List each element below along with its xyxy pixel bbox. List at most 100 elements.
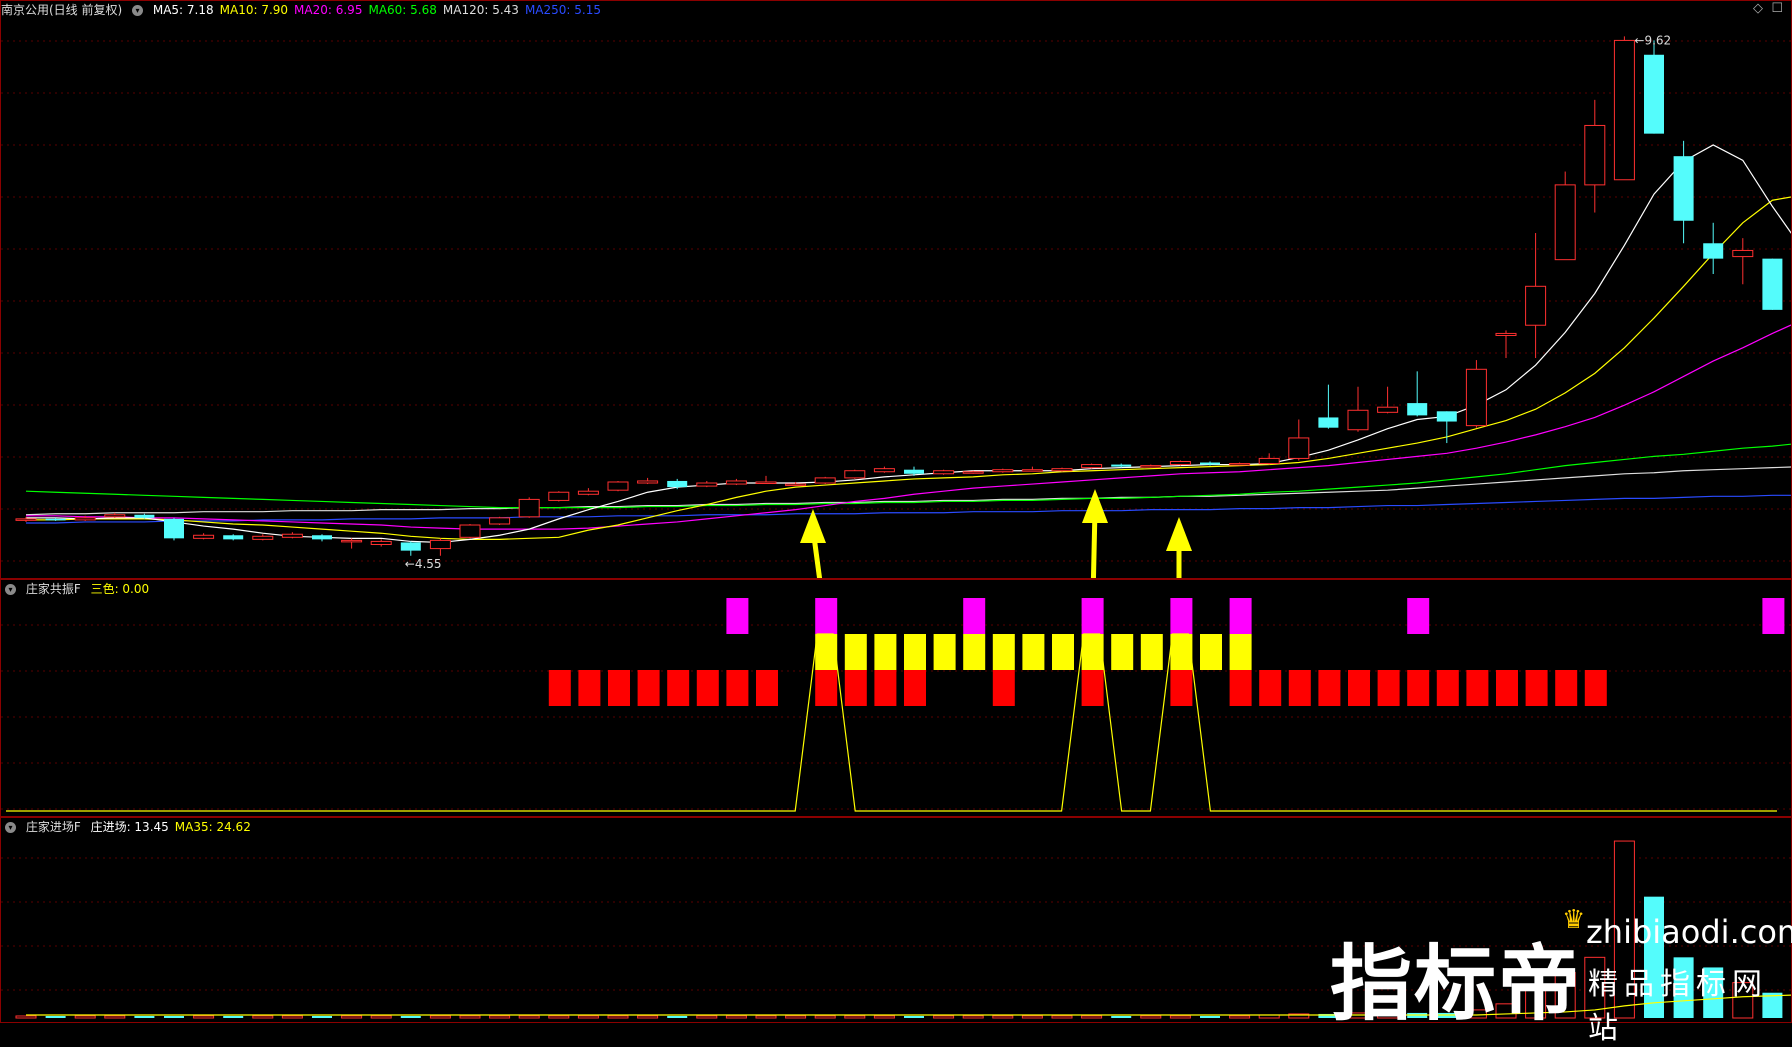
red-signal-block: [815, 670, 838, 706]
ma20-line: [26, 324, 1791, 530]
red-signal-block: [1229, 670, 1252, 706]
candle-up: [1495, 332, 1517, 336]
panel3-indicator-list: 庄进场: 13.45 MA35: 24.62: [91, 820, 257, 834]
candle-up: [1021, 469, 1043, 472]
ma10-line: [26, 196, 1791, 540]
volume-bar-up: [518, 1015, 540, 1019]
red-signal-block: [1496, 670, 1518, 706]
red-signal-block: [1555, 670, 1578, 706]
candle-down: [400, 542, 421, 551]
volume-bar-up: [1021, 1015, 1043, 1019]
volume-bar-up: [193, 1015, 215, 1019]
panel2-title: 庄家共振F: [25, 582, 81, 596]
volume-bar-up: [577, 1015, 599, 1019]
candle-up: [1051, 468, 1073, 472]
watermark-logo: 指标帝: [1330, 937, 1583, 1032]
volume-bar-up: [785, 1015, 807, 1019]
candle-up: [341, 539, 363, 543]
candle-up: [518, 498, 540, 518]
red-signal-block: [1584, 670, 1607, 706]
yellow-signal-block: [1229, 634, 1252, 670]
red-signal-block: [1259, 670, 1282, 706]
red-signal-block: [1466, 670, 1489, 706]
candle-up: [281, 533, 303, 538]
panel-resize-icon[interactable]: ◇: [1753, 1, 1763, 16]
candle-up: [1584, 124, 1606, 186]
indicator-toggle-icon[interactable]: ▾: [132, 5, 144, 16]
red-signal-block: [874, 670, 897, 706]
volume-bar-down: [667, 1015, 688, 1018]
red-signal-block: [608, 670, 630, 706]
red-signal-block: [904, 670, 926, 706]
yellow-signal-block: [1111, 634, 1134, 670]
candle-down: [1318, 417, 1339, 428]
candle-up: [755, 481, 777, 484]
candle-down: [312, 535, 332, 540]
volume-bar-down: [904, 1015, 924, 1018]
volume-bar-up: [637, 1015, 659, 1019]
indicator-label: MA120: 5.43: [442, 3, 519, 17]
indicator-label: MA35: 24.62: [174, 820, 251, 834]
arrow-head-icon: [1166, 517, 1192, 551]
arrow-head-icon: [1082, 489, 1108, 523]
yellow-signal-block: [963, 634, 986, 670]
gongzhen-chart[interactable]: [1, 580, 1791, 816]
candle-up: [696, 482, 718, 487]
panel-maximize-icon[interactable]: ☐: [1771, 1, 1783, 16]
volume-bar-up: [607, 1015, 629, 1019]
indicator-label: MA20: 6.95: [294, 3, 363, 17]
candle-down: [223, 535, 244, 540]
yellow-signal-block: [874, 634, 897, 670]
red-signal-block: [1081, 670, 1104, 706]
magenta-signal-block: [815, 598, 838, 634]
indicator-label: MA10: 7.90: [219, 3, 289, 17]
yellow-signal-block: [904, 634, 926, 670]
red-signal-block: [1318, 670, 1341, 706]
candle-up: [1525, 285, 1547, 326]
indicator-toggle-icon[interactable]: ▾: [5, 822, 16, 833]
red-signal-block: [1348, 670, 1370, 706]
yellow-signal-block: [1140, 634, 1163, 670]
magenta-signal-block: [1407, 598, 1430, 634]
indicator-toggle-icon[interactable]: ▾: [5, 584, 16, 595]
candle-up: [814, 477, 836, 484]
volume-bar-down: [1111, 1015, 1132, 1018]
volume-bar-up: [15, 1015, 37, 1019]
red-signal-block: [1407, 670, 1430, 706]
volume-bar-up: [370, 1015, 392, 1019]
candle-up: [1229, 463, 1251, 466]
volume-bar-up: [429, 1015, 451, 1019]
candle-down: [1407, 403, 1428, 416]
candle-up: [933, 470, 955, 475]
price-panel-header: 南京公用(日线 前复权) ▾ MA5: 7.18 MA10: 7.90 MA20: …: [1, 1, 613, 19]
candle-up: [844, 470, 866, 479]
yellow-signal-block: [992, 634, 1015, 670]
candle-up: [489, 517, 511, 525]
indicator-label: MA60: 5.68: [368, 3, 437, 17]
indicator-label: 三色: 0.00: [90, 582, 150, 596]
candle-up: [725, 480, 747, 485]
volume-bar-up: [281, 1015, 303, 1019]
yellow-signal-block: [933, 634, 956, 670]
candle-up: [577, 490, 599, 495]
candlestick-chart[interactable]: ←9.62 ←4.55: [1, 1, 1791, 578]
candle-down: [667, 480, 688, 488]
candle-up: [1169, 460, 1191, 466]
stock-title: 南京公用(日线 前复权): [1, 3, 123, 17]
volume-bar-up: [459, 1015, 481, 1019]
candle-up: [74, 517, 96, 521]
crown-icon: ♛: [1562, 905, 1586, 935]
candle-up: [104, 514, 126, 518]
volume-bar-down: [312, 1015, 332, 1018]
volume-bar-up: [104, 1015, 126, 1019]
price-panel[interactable]: ←9.62 ←4.55 南京公用(日线 前复权) ▾ MA5: 7.18 MA10:…: [0, 0, 1792, 579]
volume-bar-down: [134, 1015, 155, 1018]
zhuangjia-gongzhen-panel[interactable]: ▾ 庄家共振F 三色: 0.00: [0, 579, 1792, 817]
candle-up: [193, 534, 215, 539]
candle-up: [992, 469, 1014, 473]
ma60-line: [25, 443, 1791, 509]
yellow-signal-block: [1022, 634, 1045, 670]
candle-up: [15, 518, 37, 521]
candle-up: [1732, 249, 1754, 258]
candle-down: [1644, 54, 1664, 134]
